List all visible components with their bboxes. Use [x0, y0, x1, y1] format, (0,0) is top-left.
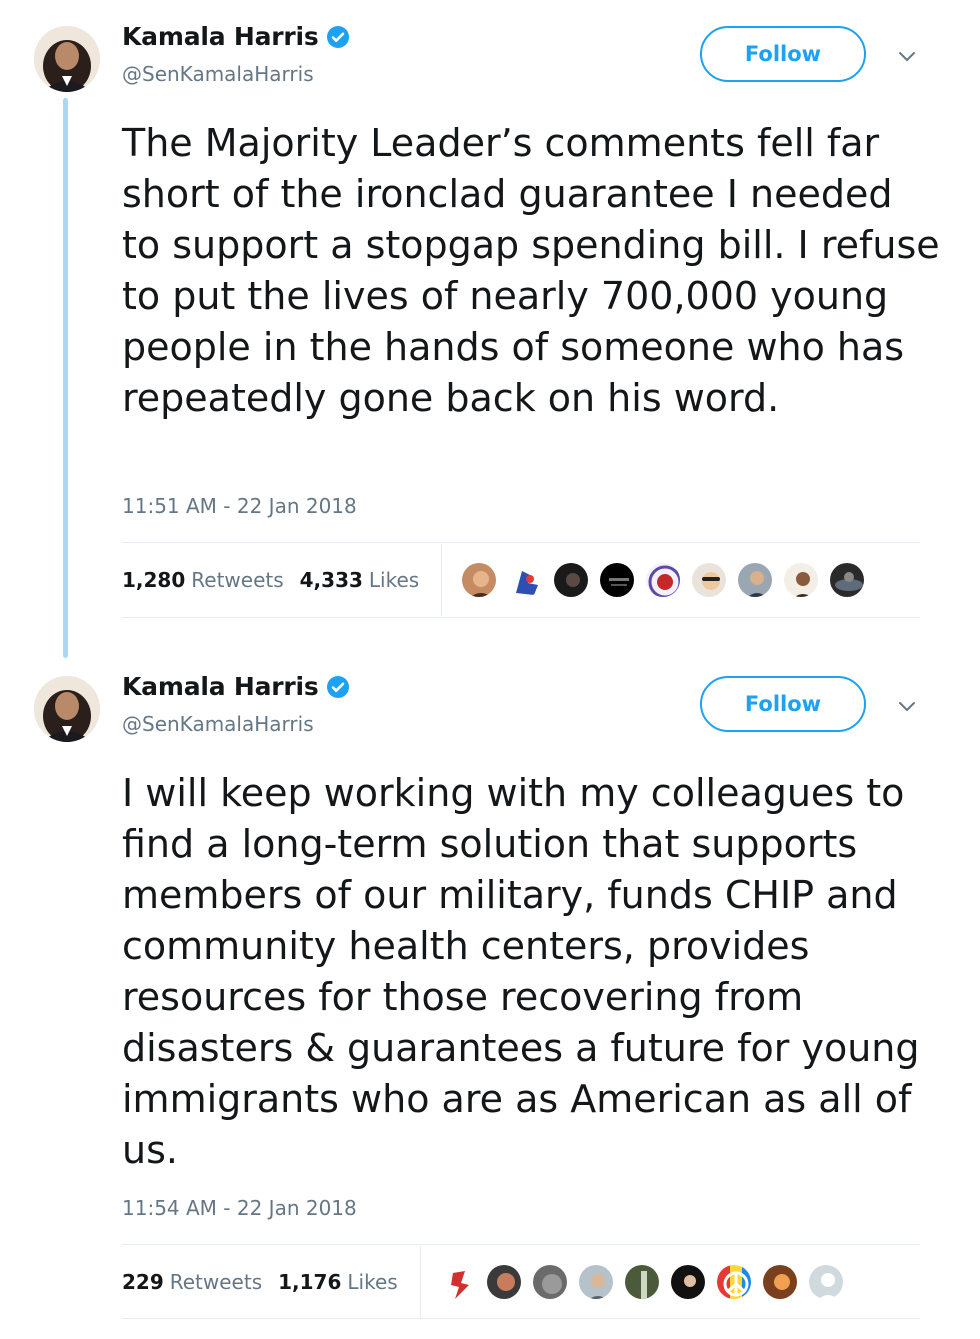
retweets-stat[interactable]: 229 Retweets — [122, 1270, 262, 1294]
liker-avatars — [460, 561, 874, 599]
liker-avatar[interactable] — [806, 1263, 845, 1301]
divider — [122, 542, 920, 543]
liker-avatar[interactable] — [736, 561, 775, 599]
liker-avatar[interactable] — [690, 561, 729, 599]
tweet-timestamp[interactable]: 11:54 AM - 22 Jan 2018 — [122, 1196, 357, 1220]
tweet-stats: 229 Retweets 1,176 Likes — [122, 1246, 853, 1318]
liker-avatar[interactable] — [782, 561, 821, 599]
likes-count: 4,333 — [299, 568, 363, 592]
liker-avatar[interactable] — [598, 561, 637, 599]
liker-avatar[interactable] — [530, 1263, 569, 1301]
likes-stat[interactable]: 1,176 Likes — [278, 1270, 398, 1294]
tweet-text: The Majority Leader’s comments fell far … — [122, 121, 940, 420]
tweet-text: I will keep working with my colleagues t… — [122, 771, 920, 1172]
likes-stat[interactable]: 4,333 Likes — [300, 568, 420, 592]
liker-avatars — [438, 1263, 853, 1301]
divider — [122, 1244, 920, 1245]
liker-avatar[interactable] — [438, 1263, 477, 1301]
author-name[interactable]: Kamala Harris — [122, 672, 319, 701]
stats-separator — [441, 544, 443, 616]
author-name[interactable]: Kamala Harris — [122, 22, 319, 51]
liker-avatar[interactable] — [760, 1263, 799, 1301]
retweets-count: 229 — [122, 1270, 164, 1294]
liker-avatar[interactable] — [828, 561, 867, 599]
liker-avatar[interactable] — [668, 1263, 707, 1301]
divider — [122, 617, 920, 618]
tweet-stats: 1,280 Retweets 4,333 Likes — [122, 544, 874, 616]
likes-count: 1,176 — [278, 1270, 342, 1294]
liker-avatar[interactable] — [460, 561, 499, 599]
author-handle[interactable]: @SenKamalaHarris — [122, 712, 314, 736]
author-avatar[interactable] — [34, 676, 100, 742]
retweets-stat[interactable]: 1,280 Retweets — [122, 568, 284, 592]
liker-avatar[interactable] — [484, 1263, 523, 1301]
verified-badge-icon — [326, 675, 350, 699]
retweets-count: 1,280 — [122, 568, 186, 592]
chevron-down-icon[interactable] — [895, 44, 919, 68]
divider — [122, 1318, 920, 1319]
tweet-1: Kamala Harris @SenKamalaHarris Follow Th… — [0, 0, 980, 640]
author-avatar[interactable] — [34, 26, 100, 92]
stats-separator — [419, 1246, 421, 1318]
liker-avatar[interactable] — [644, 561, 683, 599]
author-handle[interactable]: @SenKamalaHarris — [122, 62, 314, 86]
likes-label: Likes — [368, 568, 420, 592]
liker-avatar[interactable] — [506, 561, 545, 599]
retweets-label: Retweets — [169, 1270, 263, 1294]
liker-avatar[interactable] — [552, 561, 591, 599]
liker-avatar[interactable] — [714, 1263, 753, 1301]
follow-button[interactable]: Follow — [700, 26, 866, 82]
likes-label: Likes — [347, 1270, 398, 1294]
tweet-2: Kamala Harris @SenKamalaHarris Follow I … — [0, 650, 980, 1339]
liker-avatar[interactable] — [576, 1263, 615, 1301]
chevron-down-icon[interactable] — [895, 694, 919, 718]
liker-avatar[interactable] — [622, 1263, 661, 1301]
verified-badge-icon — [326, 25, 350, 49]
retweets-label: Retweets — [191, 568, 284, 592]
tweet-timestamp[interactable]: 11:51 AM - 22 Jan 2018 — [122, 494, 357, 518]
follow-button[interactable]: Follow — [700, 676, 866, 732]
